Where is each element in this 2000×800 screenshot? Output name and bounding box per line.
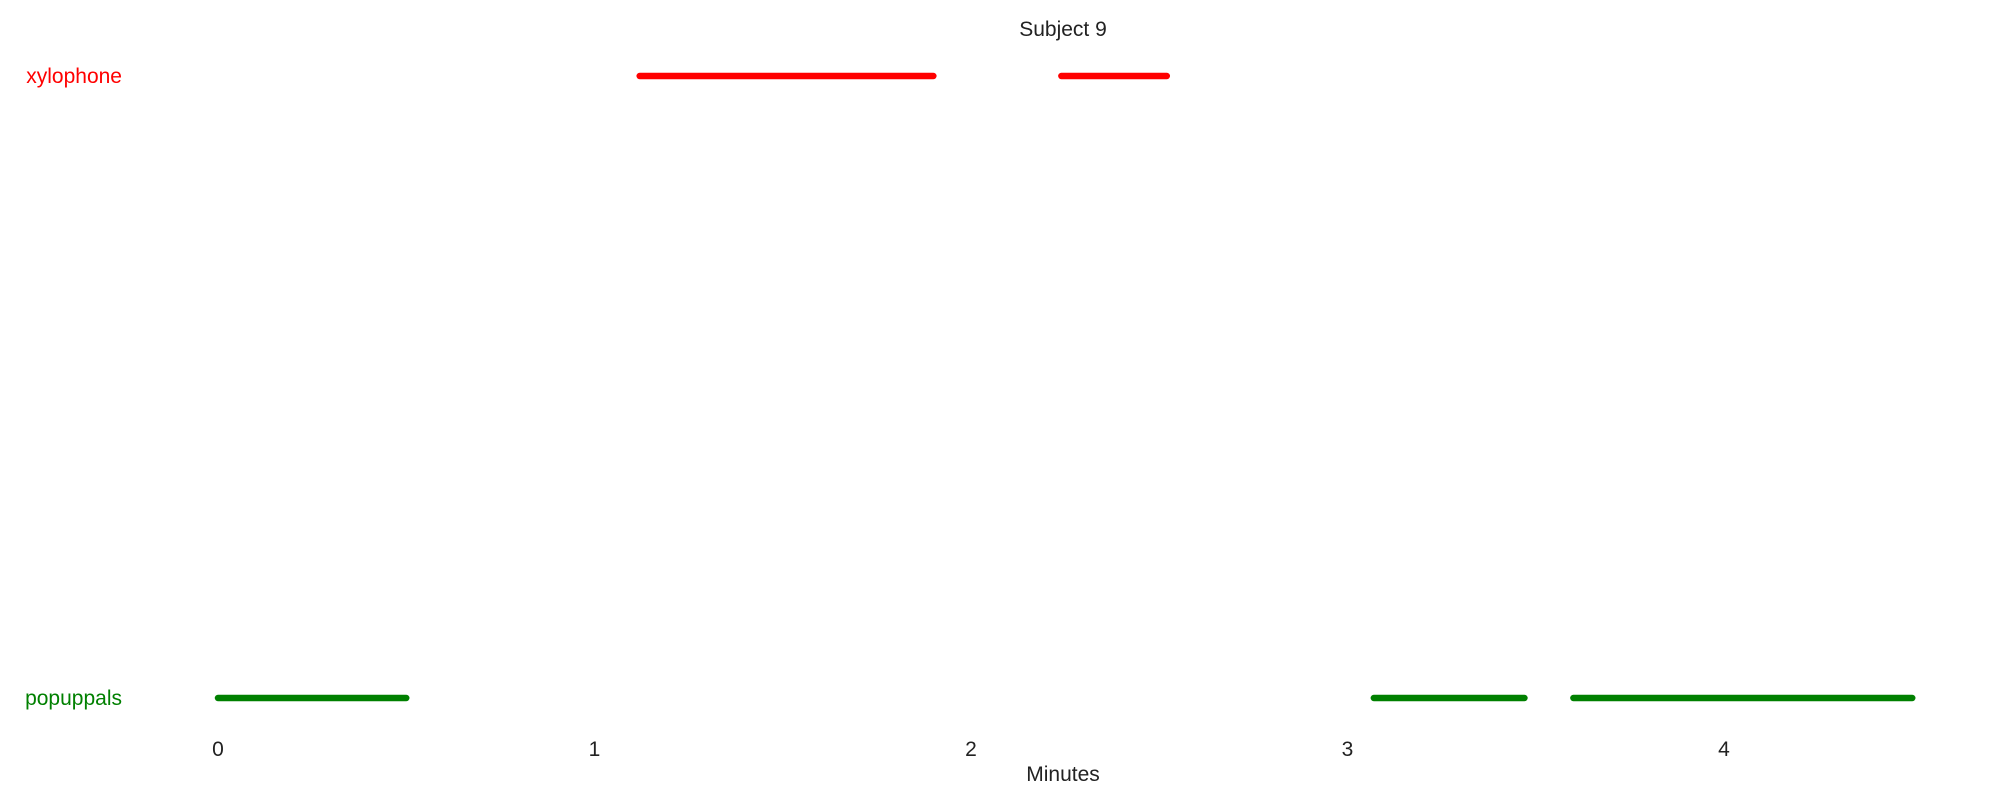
series-labels: xylophone popuppals [25, 65, 122, 710]
series-bars [214, 72, 1916, 702]
x-axis-title: Minutes [1026, 763, 1100, 786]
x-tick-label-1: 1 [589, 738, 601, 761]
series-label-0: xylophone [26, 65, 122, 88]
x-axis-ticks: 0 1 2 3 4 [212, 738, 1730, 761]
x-tick-label-0: 0 [212, 738, 224, 761]
x-tick-label-3: 3 [1342, 738, 1354, 761]
x-tick-label-4: 4 [1718, 738, 1730, 761]
chart-title: Subject 9 [1019, 18, 1107, 41]
x-tick-label-2: 2 [965, 738, 977, 761]
series-label-1: popuppals [25, 687, 122, 710]
timeline-chart: Subject 9 xylophone popuppals 0 1 2 3 4 Minut… [25, 18, 1916, 786]
